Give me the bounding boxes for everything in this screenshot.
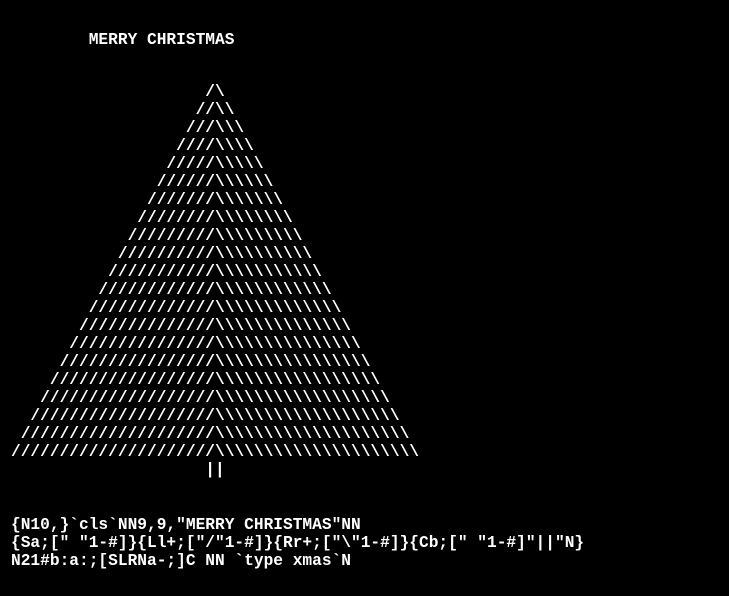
tree-row: ///////////////////\\\\\\\\\\\\\\\\\\\: [11, 407, 400, 425]
tree-row: //////////\\\\\\\\\\: [11, 245, 313, 263]
console-window[interactable]: MERRY CHRISTMAS /\ //\\ ///\\\ ////\\\\ …: [0, 0, 729, 596]
tree-row: //\\: [11, 101, 235, 119]
tree-row: ////\\\\: [11, 137, 254, 155]
tree-row: ///\\\: [11, 119, 245, 137]
merry-christmas-title: MERRY CHRISTMAS: [11, 31, 235, 49]
tree-row: /////////////////////\\\\\\\\\\\\\\\\\\\…: [11, 443, 419, 461]
command-line-2: {Sa;[" "1-#]}{Ll+;["/"1-#]}{Rr+;["\"1-#]…: [11, 534, 585, 552]
tree-row: ////////////////\\\\\\\\\\\\\\\\: [11, 353, 371, 371]
tree-row: ///////////\\\\\\\\\\\: [11, 263, 322, 281]
command-line-3: N21#b:a:;[SLRNa-;]C NN `type xmas`N: [11, 552, 351, 570]
tree-row: ////////////\\\\\\\\\\\\: [11, 281, 332, 299]
tree-row: ///////\\\\\\\: [11, 191, 283, 209]
tree-row: //////////////\\\\\\\\\\\\\\: [11, 317, 351, 335]
tree-row: //////\\\\\\: [11, 173, 274, 191]
tree-row: /////////////////\\\\\\\\\\\\\\\\\: [11, 371, 381, 389]
ascii-christmas-tree: /\ //\\ ///\\\ ////\\\\ /////\\\\\ /////…: [11, 83, 419, 479]
tree-row: //////////////////\\\\\\\\\\\\\\\\\\: [11, 389, 390, 407]
tree-trunk: ||: [11, 461, 225, 479]
tree-row: /\: [11, 83, 225, 101]
tree-row: ////////////////////\\\\\\\\\\\\\\\\\\\\: [11, 425, 410, 443]
tree-row: /////\\\\\: [11, 155, 264, 173]
tree-row: /////////////\\\\\\\\\\\\\: [11, 299, 342, 317]
tree-row: ////////\\\\\\\\: [11, 209, 293, 227]
tree-row: ///////////////\\\\\\\\\\\\\\\: [11, 335, 361, 353]
tree-row: /////////\\\\\\\\\: [11, 227, 303, 245]
command-line-1: {N10,}`cls`NN9,9,"MERRY CHRISTMAS"NN: [11, 516, 361, 534]
